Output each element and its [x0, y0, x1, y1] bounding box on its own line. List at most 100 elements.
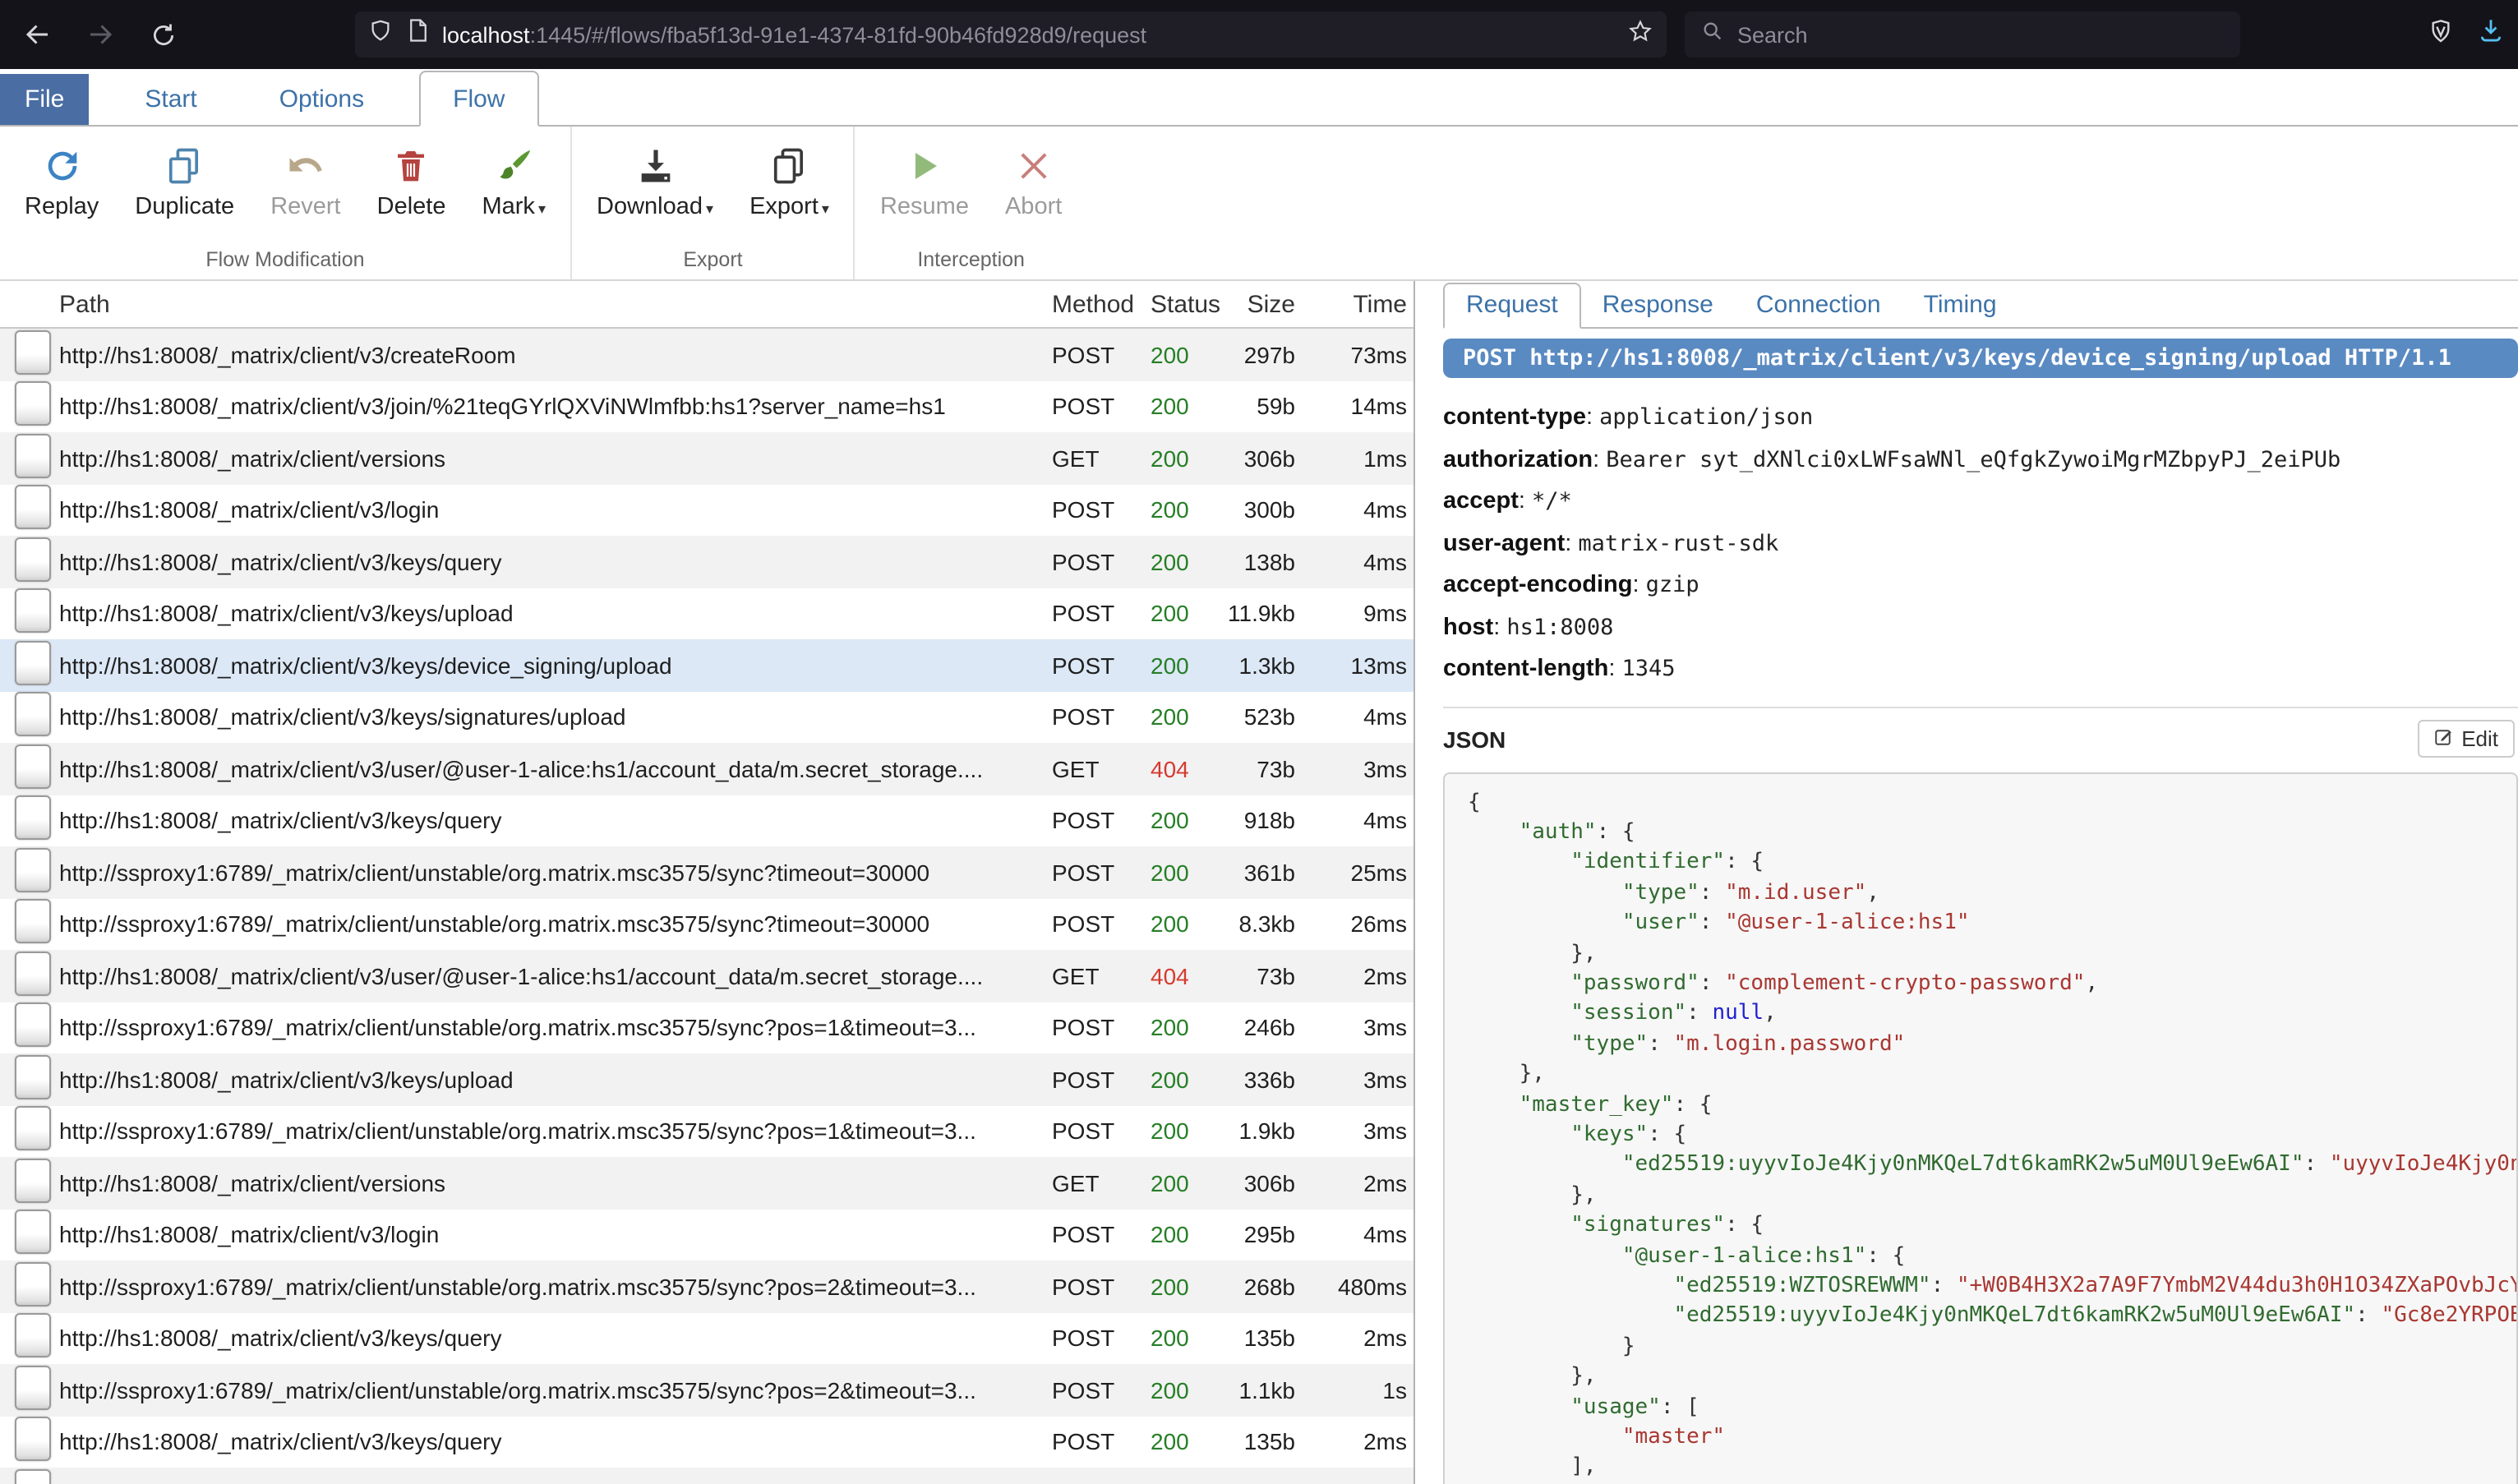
flow-row[interactable]: http://ssproxy1:6789/_matrix/client/unst… — [0, 898, 1413, 950]
edit-pencil-icon — [2433, 726, 2453, 751]
request-header-line[interactable]: accept: */* — [1443, 480, 2518, 522]
flow-path: http://hs1:8008/_matrix/client/v3/keys/u… — [59, 1067, 1052, 1093]
json-body[interactable]: { "auth": { "identifier": { "type": "m.i… — [1443, 772, 2518, 1484]
flow-list-header[interactable]: Path Method Status Size Time — [0, 281, 1413, 329]
flow-path: http://hs1:8008/_matrix/client/v3/keys/q… — [59, 549, 1052, 575]
flow-row[interactable]: http://hs1:8008/_matrix/client/v3/keys/q… — [0, 536, 1413, 588]
flow-status: 200 — [1151, 1325, 1213, 1352]
flow-path: http://hs1:8008/_matrix/client/v3/keys/q… — [59, 808, 1052, 834]
browser-search-bar[interactable]: Search — [1685, 12, 2240, 58]
tab-flow[interactable]: Flow — [418, 71, 539, 127]
flow-row[interactable]: http://hs1:8008/_matrix/client/v3/keys/q… — [0, 1312, 1413, 1364]
flow-row[interactable]: http://hs1:8008/_matrix/client/v3/keys/u… — [0, 588, 1413, 639]
flow-row[interactable]: http://hs1:8008/_matrix/client/v3/user/@… — [0, 743, 1413, 795]
edit-button[interactable]: Edit — [2417, 720, 2515, 758]
tab-request[interactable]: Request — [1443, 283, 1581, 329]
download-button[interactable]: Download▾ — [579, 140, 731, 224]
replay-button[interactable]: Replay — [7, 140, 117, 224]
flow-status: 200 — [1151, 1274, 1213, 1300]
flow-status: 200 — [1151, 1429, 1213, 1455]
forward-icon[interactable] — [76, 10, 125, 59]
column-header-time[interactable]: Time — [1295, 290, 1413, 318]
column-header-status[interactable]: Status — [1151, 290, 1213, 318]
url-bar[interactable]: localhost:1445/#/flows/fba5f13d-91e1-437… — [355, 12, 1667, 58]
export-icon — [768, 143, 811, 189]
flow-row[interactable]: http://ssproxy1:6789/_matrix/client/unst… — [0, 1364, 1413, 1416]
caret-down-icon: ▾ — [822, 200, 829, 217]
flow-size: 8.3kb — [1213, 911, 1295, 938]
menu-options-button[interactable]: Options — [253, 74, 390, 125]
extension-shield-icon[interactable] — [2428, 17, 2454, 52]
abort-button[interactable]: Abort — [987, 140, 1080, 224]
request-line[interactable]: POST http://hs1:8008/_matrix/client/v3/k… — [1443, 339, 2518, 378]
abort-icon — [1014, 143, 1054, 189]
document-icon — [15, 693, 51, 737]
flow-method: POST — [1052, 1325, 1151, 1352]
request-header-line[interactable]: content-length: 1345 — [1443, 648, 2518, 689]
flow-row[interactable] — [0, 1468, 1413, 1484]
flow-row[interactable]: http://hs1:8008/_matrix/client/v3/keys/q… — [0, 1416, 1413, 1468]
tab-timing[interactable]: Timing — [1902, 284, 2018, 327]
flow-row[interactable]: http://ssproxy1:6789/_matrix/client/unst… — [0, 1260, 1413, 1312]
flow-row[interactable]: http://hs1:8008/_matrix/client/v3/user/@… — [0, 950, 1413, 1002]
flow-status: 200 — [1151, 808, 1213, 834]
duplicate-button[interactable]: Duplicate — [117, 140, 252, 224]
flow-row[interactable]: http://hs1:8008/_matrix/client/v3/keys/q… — [0, 795, 1413, 846]
flow-status: 200 — [1151, 497, 1213, 523]
menu-start-button[interactable]: Start — [118, 74, 223, 125]
flow-status: 200 — [1151, 1170, 1213, 1196]
delete-icon — [392, 143, 431, 189]
resume-button[interactable]: Resume — [862, 140, 987, 224]
flow-method: POST — [1052, 808, 1151, 834]
edit-button-label: Edit — [2461, 726, 2498, 751]
flow-row[interactable]: http://ssproxy1:6789/_matrix/client/unst… — [0, 846, 1413, 898]
flow-row[interactable]: http://hs1:8008/_matrix/client/v3/keys/u… — [0, 1053, 1413, 1105]
document-icon — [15, 1417, 51, 1462]
flow-row[interactable]: http://hs1:8008/_matrix/client/v3/loginP… — [0, 484, 1413, 536]
column-header-method[interactable]: Method — [1052, 290, 1151, 318]
request-header-line[interactable]: user-agent: matrix-rust-sdk — [1443, 522, 2518, 564]
mitmweb-window: localhost:1445/#/flows/fba5f13d-91e1-437… — [0, 0, 2518, 1484]
export-button[interactable]: Export▾ — [731, 140, 847, 224]
header-value: 1345 — [1622, 656, 1676, 682]
flow-row[interactable]: http://hs1:8008/_matrix/client/versionsG… — [0, 1157, 1413, 1209]
column-header-path[interactable]: Path — [59, 290, 1052, 318]
shield-icon[interactable] — [368, 18, 393, 51]
flow-row[interactable]: http://hs1:8008/_matrix/client/v3/loginP… — [0, 1209, 1413, 1260]
flow-status: 404 — [1151, 963, 1213, 989]
flow-row[interactable]: http://hs1:8008/_matrix/client/v3/create… — [0, 329, 1413, 380]
flow-row[interactable]: http://hs1:8008/_matrix/client/v3/join/%… — [0, 380, 1413, 432]
toolbar-group-caption: Interception — [862, 242, 1080, 279]
flow-row[interactable]: http://hs1:8008/_matrix/client/v3/keys/s… — [0, 691, 1413, 743]
flow-row[interactable]: http://hs1:8008/_matrix/client/v3/keys/d… — [0, 639, 1413, 691]
document-icon — [15, 1210, 51, 1255]
header-value: hs1:8008 — [1506, 614, 1613, 640]
flow-path: http://ssproxy1:6789/_matrix/client/unst… — [59, 911, 1052, 938]
flow-time: 9ms — [1295, 601, 1413, 627]
toolbar-group-interception: ResumeAbort Interception — [854, 127, 1086, 279]
search-icon — [1701, 19, 1724, 50]
flow-time: 4ms — [1295, 549, 1413, 575]
downloads-icon[interactable] — [2477, 16, 2505, 53]
tab-connection[interactable]: Connection — [1735, 284, 1902, 327]
tab-response[interactable]: Response — [1581, 284, 1735, 327]
flow-row[interactable]: http://ssproxy1:6789/_matrix/client/unst… — [0, 1105, 1413, 1157]
back-icon[interactable] — [13, 10, 62, 59]
request-header-line[interactable]: host: hs1:8008 — [1443, 606, 2518, 648]
document-icon — [15, 1469, 51, 1484]
flow-size: 523b — [1213, 704, 1295, 730]
flow-row[interactable]: http://hs1:8008/_matrix/client/versionsG… — [0, 432, 1413, 484]
delete-button[interactable]: Delete — [359, 140, 464, 224]
request-header-line[interactable]: content-type: application/json — [1443, 396, 2518, 438]
bookmark-star-icon[interactable] — [1627, 17, 1653, 52]
request-header-line[interactable]: authorization: Bearer syt_dXNlci0xLWFsaW… — [1443, 438, 2518, 480]
menu-file-button[interactable]: File — [0, 74, 89, 125]
replay-icon — [40, 143, 83, 189]
request-header-line[interactable]: accept-encoding: gzip — [1443, 564, 2518, 606]
reload-icon[interactable] — [138, 10, 187, 59]
flow-row[interactable]: http://ssproxy1:6789/_matrix/client/unst… — [0, 1002, 1413, 1053]
flow-status: 200 — [1151, 911, 1213, 938]
column-header-size[interactable]: Size — [1213, 290, 1295, 318]
mark-button[interactable]: Mark▾ — [463, 140, 564, 224]
revert-button[interactable]: Revert — [252, 140, 358, 224]
